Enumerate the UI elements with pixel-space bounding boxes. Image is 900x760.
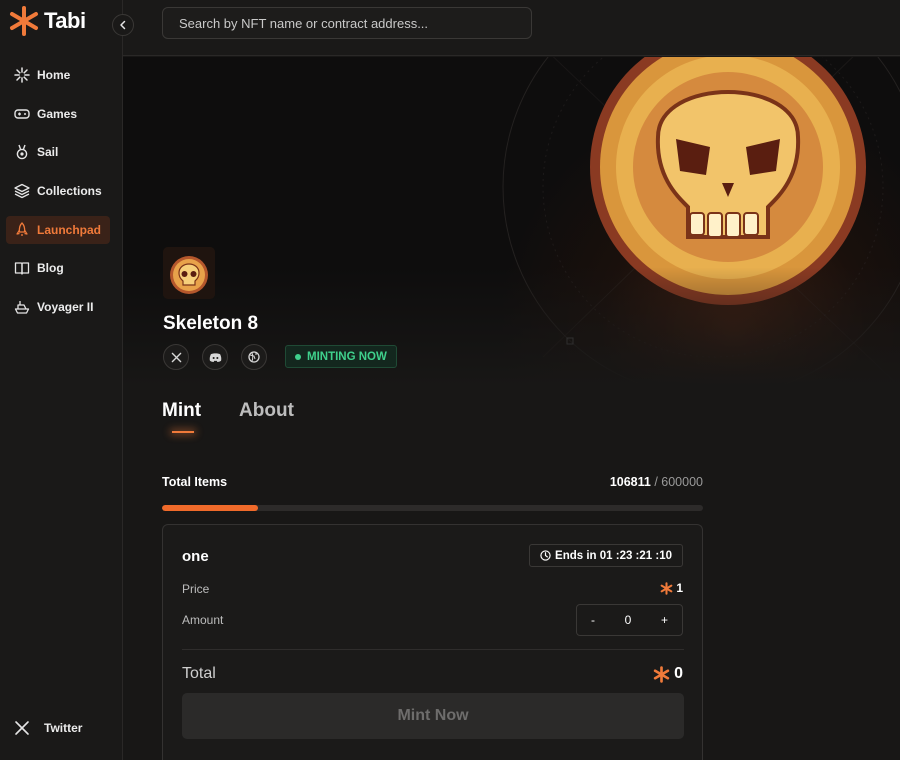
- clock-icon: [540, 550, 551, 561]
- tabi-logo-icon: [10, 6, 38, 36]
- sidebar-item-label: Sail: [37, 145, 59, 160]
- tab-mint[interactable]: Mint: [162, 400, 201, 433]
- discord-icon: [209, 352, 221, 362]
- mint-phase-name: one: [182, 548, 209, 565]
- sidebar-item-voyager[interactable]: Voyager II: [6, 293, 110, 321]
- layers-icon: [14, 183, 30, 199]
- sidebar-item-blog[interactable]: Blog: [6, 254, 110, 282]
- total-amount: 0: [674, 665, 683, 682]
- quantity-stepper: - 0 +: [576, 604, 683, 636]
- price-label: Price: [182, 582, 210, 596]
- collapse-sidebar-button[interactable]: [112, 14, 134, 36]
- tab-about[interactable]: About: [239, 400, 294, 432]
- total-items-count: 106811 / 600000: [610, 475, 703, 489]
- price-value: 1: [660, 581, 683, 595]
- sidebar-item-label: Blog: [37, 261, 64, 276]
- sidebar-item-label: Launchpad: [37, 222, 102, 237]
- tabi-token-icon: [660, 581, 673, 595]
- tabi-token-icon: [653, 665, 670, 683]
- sidebar-item-label: Voyager II: [37, 300, 94, 315]
- card-divider: [182, 649, 684, 650]
- x-icon: [15, 721, 29, 735]
- sidebar-item-collections[interactable]: Collections: [6, 177, 110, 205]
- top-bar: [123, 0, 900, 56]
- status-text: MINTING NOW: [307, 350, 387, 363]
- hero-banner: [123, 57, 900, 387]
- globe-icon: [248, 351, 260, 363]
- mint-card: one Ends in 01 :23 :21 :10 Price 1 Amoun…: [162, 524, 703, 760]
- price-amount: 1: [676, 581, 683, 595]
- ship-icon: [14, 301, 30, 314]
- chevron-left-icon: [120, 20, 126, 30]
- sidebar-item-launchpad[interactable]: Launchpad: [6, 215, 110, 244]
- total-label: Total: [182, 665, 216, 682]
- skull-thumbnail-image: [163, 247, 215, 299]
- amount-label: Amount: [182, 613, 224, 627]
- discord-link-button[interactable]: [202, 344, 228, 370]
- count-separator: /: [650, 475, 662, 489]
- logo-text: Tabi: [44, 8, 86, 33]
- medal-icon: [16, 145, 28, 160]
- sidebar-item-label: Games: [37, 106, 78, 121]
- gamepad-icon: [14, 108, 30, 119]
- sidebar-item-label: Collections: [37, 184, 102, 199]
- website-link-button[interactable]: [241, 344, 267, 370]
- search-input[interactable]: [162, 7, 532, 39]
- countdown-text: Ends in 01 :23 :21 :10: [555, 549, 672, 562]
- status-badge: MINTING NOW: [285, 345, 397, 368]
- collection-socials: [163, 344, 267, 370]
- sidebar-nav: Home Games Sail Collections Launchpad Bl…: [6, 61, 110, 332]
- sidebar-item-home[interactable]: Home: [6, 61, 110, 89]
- countdown-badge: Ends in 01 :23 :21 :10: [529, 544, 683, 567]
- collection-thumbnail: [163, 247, 215, 299]
- supply-progress-fill: [162, 505, 259, 511]
- sidebar-twitter-link[interactable]: Twitter: [14, 720, 82, 736]
- logo[interactable]: Tabi: [8, 5, 86, 37]
- rocket-icon: [16, 222, 28, 236]
- twitter-label: Twitter: [44, 721, 83, 735]
- collection-name: Skeleton 8: [163, 313, 259, 334]
- mint-now-button[interactable]: Mint Now: [182, 693, 684, 739]
- book-icon: [14, 262, 30, 276]
- quantity-value[interactable]: 0: [625, 613, 632, 627]
- sidebar-item-games[interactable]: Games: [6, 100, 110, 128]
- sidebar-item-label: Home: [37, 68, 71, 82]
- status-dot-icon: [295, 353, 301, 360]
- sidebar: Tabi Home Games Sail Collections Launchp…: [0, 0, 123, 760]
- x-link-button[interactable]: [163, 344, 189, 370]
- supply-progress-bar: [162, 505, 703, 511]
- total-items-label: Total Items: [162, 475, 228, 489]
- minted-count: 106811: [609, 475, 651, 489]
- increment-button[interactable]: +: [661, 613, 668, 627]
- x-icon: [171, 352, 181, 362]
- sparkle-icon: [14, 67, 30, 83]
- max-supply: 600000: [661, 475, 703, 489]
- total-value: 0: [653, 665, 683, 683]
- sidebar-item-sail[interactable]: Sail: [6, 138, 110, 166]
- collection-tabs: Mint About: [162, 400, 294, 433]
- decrement-button[interactable]: -: [591, 613, 595, 627]
